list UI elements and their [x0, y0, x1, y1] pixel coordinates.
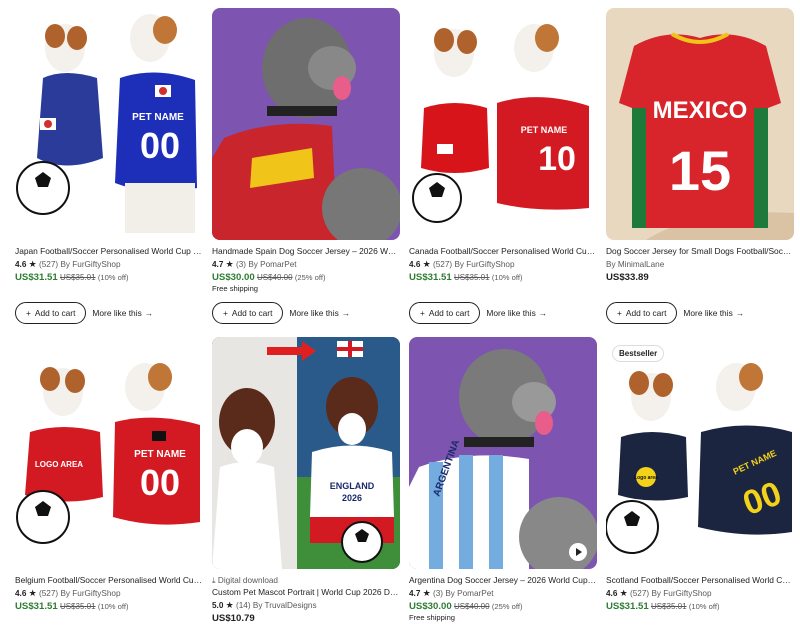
more-like-this-link[interactable]: More like this →: [289, 308, 350, 318]
digital-download-label: ⤓ Digital download: [212, 576, 278, 585]
logo-area-text: Logo area: [634, 475, 658, 481]
product-card[interactable]: ARGENTINA Argentina Dog Soccer Jersey – …: [409, 337, 597, 623]
star-icon: ★: [619, 588, 628, 598]
add-to-cart-button[interactable]: + Add to cart: [409, 302, 481, 324]
jersey-number: 00: [140, 125, 180, 166]
price-line: US$31.51 US$35.01 (10% off): [15, 272, 129, 283]
dog-photo: ARGENTINA: [409, 337, 597, 569]
product-card[interactable]: PET NAME 10 Canada Football/Soccer Perso…: [409, 8, 597, 324]
arrow-right-icon: →: [341, 308, 351, 318]
card-actions: + Add to cart More like this →: [606, 302, 744, 324]
product-card[interactable]: Logo area PET NAME 00 Bestseller Scotlan…: [606, 337, 794, 613]
star-icon: ★: [225, 600, 234, 610]
product-rating: 4.6 ★ (527) By FurGiftyShop: [15, 588, 121, 598]
add-to-cart-button[interactable]: + Add to cart: [606, 302, 678, 324]
price-line: US$10.79: [212, 613, 255, 624]
dog-photo: [212, 8, 400, 240]
shop-name: By MinimalLane: [606, 260, 665, 269]
product-title[interactable]: Japan Football/Soccer Personalised World…: [15, 246, 203, 257]
product-rating: 5.0 ★ (14) By TruvalDesigns: [212, 600, 317, 610]
more-like-this-link[interactable]: More like this →: [92, 308, 153, 318]
product-rating: 4.6 ★ (527) By FurGiftyShop: [606, 588, 712, 598]
product-title[interactable]: Belgium Football/Soccer Personalised Wor…: [15, 575, 203, 586]
jersey-number: 2026: [342, 493, 362, 503]
price-line: US$31.51 US$35.01 (10% off): [606, 601, 720, 612]
product-card[interactable]: ENGLAND 2026 ⤓ Digital download Custom P…: [212, 337, 400, 625]
plus-icon: +: [617, 308, 622, 318]
jersey-number: 00: [140, 462, 180, 503]
plus-icon: +: [420, 308, 425, 318]
product-card[interactable]: MEXICO 15 Dog Soccer Jersey for Small Do…: [606, 8, 794, 324]
product-title[interactable]: Dog Soccer Jersey for Small Dogs Footbal…: [606, 246, 794, 257]
product-rating: 4.6 ★ (527) By FurGiftyShop: [15, 259, 121, 269]
star-icon: ★: [422, 259, 431, 269]
product-image[interactable]: LOGO AREA PET NAME 00: [15, 337, 203, 569]
product-title[interactable]: Scotland Football/Soccer Personalised Wo…: [606, 575, 794, 586]
product-image[interactable]: PET NAME 10: [409, 8, 597, 240]
product-image[interactable]: ARGENTINA: [409, 337, 597, 569]
arrow-right-icon: →: [144, 308, 154, 318]
plus-icon: +: [223, 308, 228, 318]
jersey-text: PET NAME: [521, 125, 568, 135]
card-actions: + Add to cart More like this →: [15, 302, 153, 324]
dog-photo: LOGO AREA PET NAME 00: [15, 337, 203, 569]
portrait-photo: ENGLAND 2026: [212, 337, 400, 569]
price-line: US$33.89: [606, 272, 649, 283]
jersey-text: ENGLAND: [330, 481, 375, 491]
dog-photo: Logo area PET NAME 00: [606, 337, 794, 569]
product-card[interactable]: PET NAME 00 Japan Football/Soccer Person…: [15, 8, 203, 324]
product-title[interactable]: Canada Football/Soccer Personalised Worl…: [409, 246, 597, 257]
bestseller-badge: Bestseller: [612, 345, 665, 362]
product-card[interactable]: Handmade Spain Dog Soccer Jersey – 2026 …: [212, 8, 400, 324]
product-rating: 4.7 ★ (3) By PomarPet: [212, 259, 297, 269]
add-to-cart-button[interactable]: + Add to cart: [15, 302, 87, 324]
jersey-text: MEXICO: [653, 97, 748, 124]
price-line: US$30.00 US$40.00 (25% off): [212, 272, 326, 283]
product-image[interactable]: [212, 8, 400, 240]
price-line: US$31.51 US$35.01 (10% off): [15, 601, 129, 612]
product-rating: 4.7 ★ (3) By PomarPet: [409, 588, 494, 598]
jersey-number: 10: [538, 140, 576, 178]
jersey-text: PET NAME: [134, 449, 186, 460]
product-image[interactable]: PET NAME 00: [15, 8, 203, 240]
shipping-note: Free shipping: [212, 284, 259, 293]
product-image[interactable]: ENGLAND 2026: [212, 337, 400, 569]
play-icon[interactable]: [569, 543, 587, 561]
add-to-cart-button[interactable]: + Add to cart: [212, 302, 284, 324]
price-line: US$30.00 US$40.00 (25% off): [409, 601, 523, 612]
price-line: US$31.51 US$35.01 (10% off): [409, 272, 523, 283]
dog-photo: PET NAME 10: [409, 8, 597, 240]
card-actions: + Add to cart More like this →: [212, 302, 350, 324]
jersey-number: 15: [669, 139, 731, 202]
star-icon: ★: [422, 588, 431, 598]
star-icon: ★: [28, 588, 37, 598]
star-icon: ★: [28, 259, 37, 269]
product-card[interactable]: LOGO AREA PET NAME 00 Belgium Football/S…: [15, 337, 203, 613]
star-icon: ★: [225, 259, 234, 269]
logo-area-text: LOGO AREA: [35, 460, 83, 469]
product-title[interactable]: Custom Pet Mascot Portrait | World Cup 2…: [212, 587, 400, 598]
download-icon: ⤓: [212, 576, 216, 585]
arrow-right-icon: →: [735, 308, 745, 318]
shipping-note: Free shipping: [409, 613, 456, 622]
plus-icon: +: [26, 308, 31, 318]
dog-photo: PET NAME 00: [15, 8, 203, 240]
product-image[interactable]: Logo area PET NAME 00 Bestseller: [606, 337, 794, 569]
product-title[interactable]: Handmade Spain Dog Soccer Jersey – 2026 …: [212, 246, 400, 257]
product-image[interactable]: MEXICO 15: [606, 8, 794, 240]
product-title[interactable]: Argentina Dog Soccer Jersey – 2026 World…: [409, 575, 597, 586]
arrow-right-icon: →: [538, 308, 548, 318]
jersey-photo: MEXICO 15: [606, 8, 794, 240]
jersey-text: PET NAME: [132, 112, 184, 123]
more-like-this-link[interactable]: More like this →: [486, 308, 547, 318]
card-actions: + Add to cart More like this →: [409, 302, 547, 324]
product-rating: 4.6 ★ (527) By FurGiftyShop: [409, 259, 515, 269]
more-like-this-link[interactable]: More like this →: [683, 308, 744, 318]
